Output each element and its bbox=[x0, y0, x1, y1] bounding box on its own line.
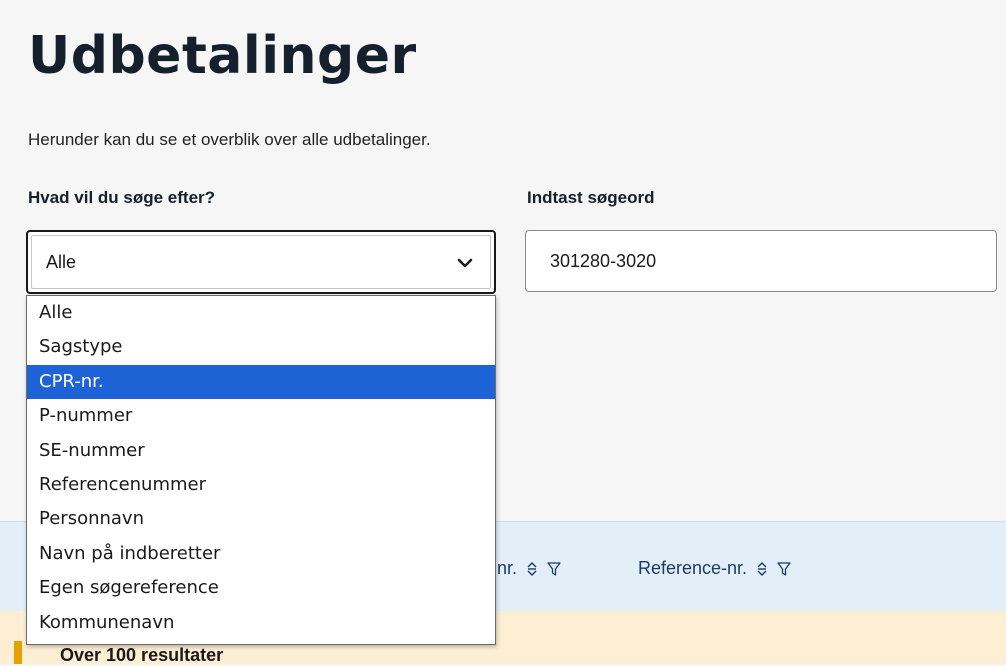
option-personnavn[interactable]: Personnavn bbox=[27, 502, 495, 536]
option-egen-sogereference[interactable]: Egen søgereference bbox=[27, 571, 495, 605]
column-header-reference[interactable]: Reference-nr. bbox=[638, 558, 791, 579]
select-current-value: Alle bbox=[46, 252, 77, 272]
search-type-label: Hvad vil du søge efter? bbox=[28, 188, 216, 207]
sort-icon[interactable] bbox=[755, 561, 769, 577]
search-type-select[interactable]: Alle bbox=[26, 230, 496, 294]
filter-icon[interactable] bbox=[777, 561, 791, 577]
result-count-text: Over 100 resultater bbox=[60, 645, 224, 665]
option-sagstype[interactable]: Sagstype bbox=[27, 330, 495, 364]
select-focus-ring bbox=[31, 235, 491, 289]
filter-icon[interactable] bbox=[547, 561, 561, 577]
page-intro: Herunder kan du se et overblik over alle… bbox=[28, 130, 431, 149]
page-title: Udbetalinger bbox=[28, 26, 417, 86]
chevron-down-icon bbox=[457, 258, 473, 268]
sort-icon[interactable] bbox=[525, 561, 539, 577]
column-header-label: nr. bbox=[497, 558, 518, 578]
search-keyword-label: Indtast søgeord bbox=[527, 188, 655, 207]
option-se-nummer[interactable]: SE-nummer bbox=[27, 434, 495, 468]
search-type-dropdown[interactable]: Alle Sagstype CPR-nr. P-nummer SE-nummer… bbox=[26, 295, 496, 645]
column-header-nr[interactable]: nr. bbox=[497, 558, 561, 579]
option-navn-pa-indberetter[interactable]: Navn på indberetter bbox=[27, 537, 495, 571]
search-keyword-input[interactable] bbox=[525, 230, 997, 292]
option-cpr-nr[interactable]: CPR-nr. bbox=[27, 364, 495, 400]
column-header-label: Reference-nr. bbox=[638, 558, 748, 578]
result-accent-bar bbox=[14, 641, 22, 664]
option-referencenummer[interactable]: Referencenummer bbox=[27, 468, 495, 502]
option-p-nummer[interactable]: P-nummer bbox=[27, 399, 495, 433]
option-kommunenavn[interactable]: Kommunenavn bbox=[27, 606, 495, 640]
option-alle[interactable]: Alle bbox=[27, 296, 495, 330]
